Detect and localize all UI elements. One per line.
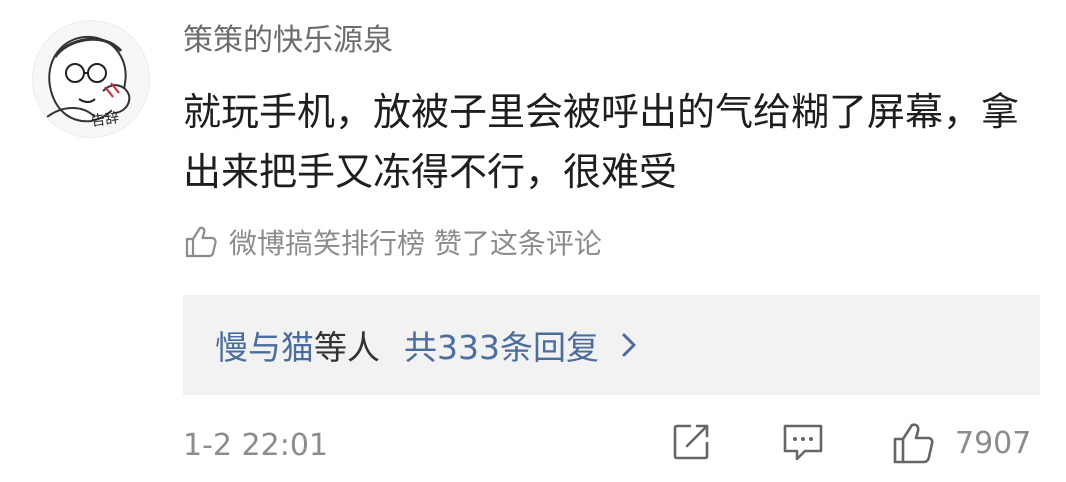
comment-footer: 1-2 22:01 7907 [183, 420, 1043, 472]
comment-bubble-icon [783, 424, 823, 461]
avatar[interactable]: 告辞 [32, 20, 150, 138]
chevron-right-icon[interactable] [619, 330, 639, 360]
share-edit-icon [673, 424, 709, 460]
share-button[interactable] [669, 420, 713, 464]
avatar-caption: 告辞 [90, 110, 121, 130]
thumbs-up-outline-icon [185, 226, 217, 258]
timestamp: 1-2 22:01 [183, 428, 328, 463]
comment-button[interactable] [781, 420, 825, 464]
reply-others-label: 等人 [314, 328, 380, 367]
reply-user-names[interactable]: 慢与猫 [215, 321, 314, 369]
reply-count-link[interactable]: 共333条回复 [404, 321, 599, 369]
like-button[interactable]: 7907 [891, 420, 1031, 466]
username[interactable]: 策策的快乐源泉 [183, 20, 393, 62]
like-count: 7907 [955, 425, 1032, 461]
comment-text: 就玩手机，放被子里会被呼出的气给糊了屏幕，拿出来把手又冻得不行，很难受 [183, 90, 1020, 194]
liked-by-note: 微博搞笑排行榜 赞了这条评论 [183, 220, 602, 264]
liked-by-text: 微博搞笑排行榜 赞了这条评论 [229, 227, 602, 260]
thumbs-up-outline-icon [893, 423, 934, 464]
reply-summary[interactable]: 慢与猫 等人 共333条回复 [183, 295, 1040, 395]
